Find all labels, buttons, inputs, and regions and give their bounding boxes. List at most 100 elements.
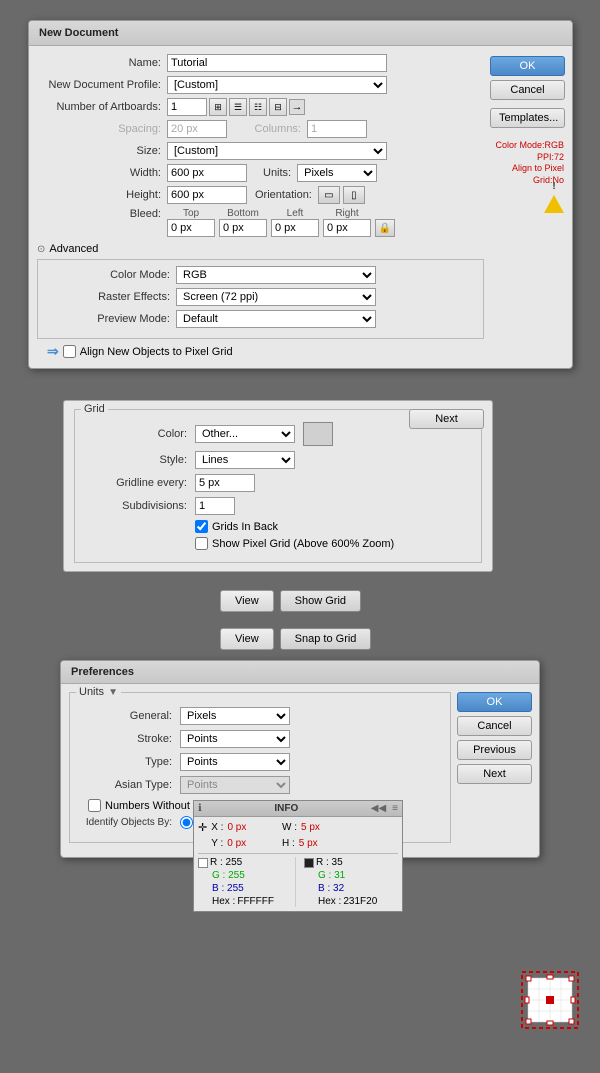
align-arrow-icon: ⇒ (47, 343, 59, 360)
new-document-dialog: New Document Name: New Document Profile:… (28, 20, 573, 369)
snap-to-grid-button[interactable]: Snap to Grid (280, 628, 372, 650)
bleed-lock-icon[interactable]: 🔒 (375, 219, 395, 237)
left-hex: FFFFFF (237, 896, 274, 907)
align-label: Align New Objects to Pixel Grid (80, 346, 233, 358)
spacing-input[interactable] (167, 120, 227, 138)
info-panel: ℹ INFO ◀◀ ≡ ✛ X : 0 px W : 5 px ✛ Y : 0 … (193, 800, 403, 912)
prefs-ok-button[interactable]: OK (457, 692, 532, 712)
artboard-grid-icon[interactable]: ⊞ (209, 98, 227, 116)
color-mode-label: Color Mode: (46, 269, 176, 281)
general-label: General: (80, 710, 180, 722)
stroke-select[interactable]: Points (180, 730, 290, 748)
size-label: Size: (37, 145, 167, 157)
artboard-arrow-icon[interactable]: → (289, 99, 305, 115)
columns-label: Columns: (227, 123, 307, 135)
artboards-label: Number of Artboards: (37, 101, 167, 113)
grids-in-back-checkbox[interactable] (195, 520, 208, 533)
grid-next-button[interactable]: Next (409, 409, 484, 429)
subdivisions-label: Subdivisions: (85, 500, 195, 512)
subdivisions-input[interactable] (195, 497, 235, 515)
prefs-cancel-button[interactable]: Cancel (457, 716, 532, 736)
left-g: G : 255 (212, 870, 245, 881)
size-select[interactable]: [Custom] (167, 142, 387, 160)
stroke-label: Stroke: (80, 733, 180, 745)
right-g: G : 31 (318, 870, 345, 881)
pixel-preview (520, 970, 580, 1033)
h-label: H : (282, 838, 295, 849)
name-input[interactable] (167, 54, 387, 72)
left-b: B : 255 (212, 883, 244, 894)
grids-in-back-label: Grids In Back (212, 521, 278, 533)
general-select[interactable]: Pixels (180, 707, 290, 725)
info-titlebar: ℹ INFO ◀◀ ≡ (194, 801, 402, 817)
templates-button[interactable]: Templates... (490, 108, 565, 128)
snap-grid-row: View Snap to Grid (220, 628, 371, 650)
grid-section: Grid Color: Other... Style: Lines Gridli… (63, 400, 493, 572)
left-r: R : 255 (210, 857, 242, 868)
grids-in-back-row: Grids In Back (195, 520, 471, 533)
artboards-input[interactable] (167, 98, 207, 116)
bleed-left-label: Left (271, 208, 319, 219)
preferences-titlebar: Preferences (61, 661, 539, 684)
bleed-right[interactable] (323, 219, 371, 237)
left-color-swatch (198, 858, 208, 868)
asian-select[interactable]: Points (180, 776, 290, 794)
profile-select[interactable]: [Custom] (167, 76, 387, 94)
orientation-label: Orientation: (247, 189, 318, 201)
bleed-bottom-label: Bottom (219, 208, 267, 219)
raster-label: Raster Effects: (46, 291, 176, 303)
x-value: 0 px (227, 822, 246, 833)
ppi-info: PPI:72 (490, 152, 564, 164)
prefs-next-button[interactable]: Next (457, 764, 532, 784)
grid-style-select[interactable]: Lines (195, 451, 295, 469)
grid-color-swatch (303, 422, 333, 446)
info-icon: ℹ (198, 803, 202, 814)
units-select[interactable]: Pixels (297, 164, 377, 182)
bleed-top-label: Top (167, 208, 215, 219)
info-collapse-btn[interactable]: ◀◀ (371, 803, 386, 814)
bleed-bottom[interactable] (219, 219, 267, 237)
align-checkbox[interactable] (63, 345, 76, 358)
bleed-left[interactable] (271, 219, 319, 237)
right-hex-label: Hex : (318, 896, 341, 907)
object-name-radio[interactable] (180, 816, 193, 829)
bleed-top[interactable] (167, 219, 215, 237)
height-input[interactable] (167, 186, 247, 204)
pixel-art-svg (520, 970, 580, 1030)
grid-group-title: Grid (81, 403, 108, 415)
y-value: 0 px (227, 838, 246, 849)
ok-button[interactable]: OK (490, 56, 565, 76)
artboard-add-icon[interactable]: ⊟ (269, 98, 287, 116)
color-mode-select[interactable]: RGB (176, 266, 376, 284)
show-pixel-grid-checkbox[interactable] (195, 537, 208, 550)
style-label: Style: (85, 454, 195, 466)
prefs-title: Preferences (71, 666, 134, 678)
landscape-btn[interactable]: ▯ (343, 186, 365, 204)
grid-color-select[interactable]: Other... (195, 425, 295, 443)
show-grid-button[interactable]: Show Grid (280, 590, 361, 612)
view-snap-grid-button[interactable]: View (220, 628, 274, 650)
preview-select[interactable]: Default (176, 310, 376, 328)
prefs-previous-button[interactable]: Previous (457, 740, 532, 760)
width-input[interactable] (167, 164, 247, 182)
numbers-checkbox[interactable] (88, 799, 101, 812)
raster-select[interactable]: Screen (72 ppi) (176, 288, 376, 306)
type-select[interactable]: Points (180, 753, 290, 771)
units-group-label: Units (79, 686, 104, 698)
height-label: Height: (37, 189, 167, 201)
info-menu-icon[interactable]: ≡ (392, 803, 398, 814)
artboard-col-icon[interactable]: ☷ (249, 98, 267, 116)
portrait-btn[interactable]: ▭ (318, 186, 340, 204)
artboard-row-icon[interactable]: ☰ (229, 98, 247, 116)
bleed-label: Bleed: (37, 208, 167, 220)
columns-input[interactable] (307, 120, 367, 138)
advanced-toggle[interactable]: ⊙ Advanced (37, 243, 484, 255)
w-value: 5 px (301, 822, 320, 833)
cancel-button[interactable]: Cancel (490, 80, 565, 100)
right-b: B : 32 (318, 883, 344, 894)
new-document-titlebar: New Document (29, 21, 572, 46)
gridline-input[interactable] (195, 474, 255, 492)
color-mode-info: Color Mode:RGB (490, 140, 564, 152)
view-show-grid-button[interactable]: View (220, 590, 274, 612)
crosshair-icon: ✛ (198, 821, 207, 834)
